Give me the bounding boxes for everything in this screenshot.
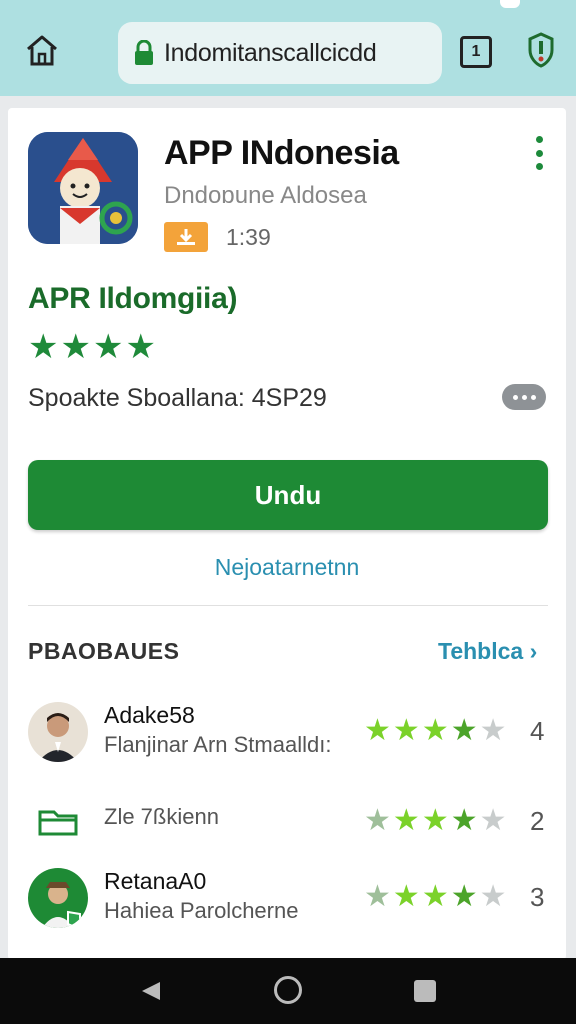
browser-toolbar: Indomitanscallcicdd 1 xyxy=(0,0,576,96)
review-stars: ★ ★ ★ ★ ★ xyxy=(364,716,507,746)
reviewer-name: RetanaA0 xyxy=(104,868,207,894)
star-icon: ★ xyxy=(92,328,124,366)
app-detail-card: APP INdonesia Dndoɒune Aldosea 1:39 APR … xyxy=(8,108,566,960)
star-icon: ★ xyxy=(125,328,156,366)
tab-count: 1 xyxy=(471,43,481,60)
divider xyxy=(28,605,548,606)
home-circle-icon[interactable] xyxy=(274,976,302,1004)
review-text: Zle 7ßkienn xyxy=(104,804,219,829)
star-icon: ★ xyxy=(364,880,391,913)
avatar xyxy=(28,702,88,762)
review-count: 2 xyxy=(530,806,545,836)
back-icon[interactable] xyxy=(140,980,162,1007)
star-icon: ★ xyxy=(60,328,91,366)
home-icon[interactable] xyxy=(22,30,62,70)
star-icon: ★ xyxy=(421,714,449,747)
window-edge xyxy=(500,0,520,8)
review-stars: ★ ★ ★ ★ ★ xyxy=(364,806,507,836)
app-name-heading: APR Ildomgiia) xyxy=(28,282,238,315)
app-developer: Dndoɒune Aldosea xyxy=(164,182,367,209)
review-text: Flanjinar Arn Stmaalldı: xyxy=(104,732,332,757)
alert-shield-icon[interactable] xyxy=(526,30,556,70)
rating-stars: ★ ★ ★ ★ xyxy=(28,330,156,364)
chevron-right-icon: › xyxy=(529,638,538,664)
review-item[interactable]: RetanaA0 Hahiea Parolcherne ★ ★ ★ ★ ★ 3 xyxy=(8,868,566,938)
app-title: APP INdonesia xyxy=(164,134,399,172)
review-stars: ★ ★ ★ ★ ★ xyxy=(364,882,507,912)
avatar xyxy=(28,868,88,928)
reviews-heading: PBAOBAUES xyxy=(28,638,180,664)
see-all-label: Tehblca xyxy=(438,638,524,664)
star-icon: ★ xyxy=(421,804,449,837)
review-item[interactable]: Zle 7ßkienn ★ ★ ★ ★ ★ 2 xyxy=(8,792,566,862)
download-icon xyxy=(164,222,208,252)
star-icon: ★ xyxy=(392,714,420,747)
star-icon: ★ xyxy=(392,804,420,837)
star-icon: ★ xyxy=(364,714,391,747)
review-count: 4 xyxy=(530,716,545,746)
tabs-icon[interactable]: 1 xyxy=(460,36,492,68)
star-icon: ★ xyxy=(450,714,478,747)
review-count: 3 xyxy=(530,882,545,912)
star-icon: ★ xyxy=(450,804,478,837)
url-text: Indomitanscallcicdd xyxy=(164,38,377,67)
star-icon: ★ xyxy=(364,804,391,837)
address-bar[interactable]: Indomitanscallcicdd xyxy=(118,22,442,84)
recents-icon[interactable] xyxy=(414,980,436,1002)
more-vert-icon[interactable] xyxy=(532,136,546,170)
spec-text: Spoakte Sboallana: 4SP29 xyxy=(28,384,327,412)
install-button[interactable]: Undu xyxy=(28,460,548,530)
star-icon: ★ xyxy=(479,804,507,837)
more-horiz-icon[interactable] xyxy=(502,384,546,410)
folder-icon xyxy=(28,792,88,852)
star-icon: ★ xyxy=(450,880,478,913)
app-icon[interactable] xyxy=(28,132,138,244)
review-text: Hahiea Parolcherne xyxy=(104,898,299,923)
star-icon: ★ xyxy=(421,880,449,913)
star-icon: ★ xyxy=(28,328,59,366)
secondary-link[interactable]: Nejoatarnetnn xyxy=(8,554,566,581)
app-time: 1:39 xyxy=(226,224,271,250)
lock-icon xyxy=(135,40,153,65)
star-icon: ★ xyxy=(479,880,507,913)
reviewer-name: Adake58 xyxy=(104,702,195,728)
system-nav-bar xyxy=(0,958,576,1024)
star-icon: ★ xyxy=(392,880,420,913)
see-all-link[interactable]: Tehblca › xyxy=(438,638,537,665)
review-item[interactable]: Adake58 Flanjinar Arn Stmaalldı: ★ ★ ★ ★… xyxy=(8,702,566,772)
star-icon: ★ xyxy=(479,714,507,747)
